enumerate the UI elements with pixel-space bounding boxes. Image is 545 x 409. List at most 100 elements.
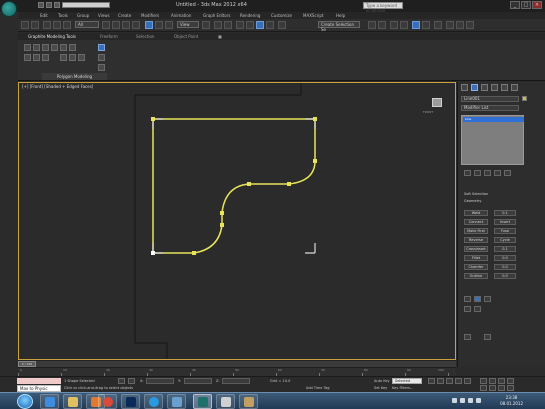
viewport-canvas[interactable]	[19, 83, 455, 359]
object-color-swatch[interactable]	[522, 96, 527, 101]
remove-modifier-icon[interactable]	[494, 170, 501, 176]
menu-maxscript[interactable]: MAXScript	[303, 13, 324, 18]
tab-object-paint[interactable]: Object Paint	[174, 34, 198, 39]
vertex[interactable]	[192, 251, 196, 255]
modifier-stack[interactable]: Line	[461, 115, 524, 165]
messenger-icon[interactable]	[167, 394, 186, 409]
y-coord-field[interactable]	[184, 378, 212, 384]
connect-button[interactable]: Connect	[464, 219, 488, 225]
chamfer-button[interactable]: Chamfer	[464, 264, 488, 270]
photoshop-icon[interactable]	[121, 394, 140, 409]
folder-icon[interactable]	[239, 394, 258, 409]
fuse-button[interactable]: Fuse	[494, 228, 516, 234]
vertex[interactable]	[220, 211, 224, 215]
maximize-button[interactable]: □	[521, 1, 531, 9]
spinner-snap-icon[interactable]	[266, 21, 274, 29]
play-icon[interactable]	[446, 378, 453, 384]
next-frame-icon[interactable]	[455, 378, 462, 384]
menu-animation[interactable]: Animation	[171, 13, 191, 18]
ribbon-options-icon[interactable]: ■	[218, 34, 222, 39]
named-selection-dropdown[interactable]: Create Selection Se	[318, 21, 360, 32]
link-icon[interactable]	[43, 21, 51, 29]
viewport-label[interactable]: [+] [Front] [Shaded + Edged Faces]	[22, 84, 93, 89]
rendered-frame-window-icon[interactable]	[456, 21, 464, 29]
ribbon-tool-icon[interactable]	[51, 44, 58, 51]
menu-views[interactable]: Views	[98, 13, 110, 18]
modifier-list-dropdown[interactable]: Modifier List	[461, 105, 519, 111]
pan-icon[interactable]	[489, 385, 496, 391]
hide-icon[interactable]	[464, 334, 471, 340]
select-by-name-icon[interactable]	[112, 21, 120, 29]
paint-icon[interactable]	[216, 394, 235, 409]
ribbon-tool-icon[interactable]	[24, 44, 31, 51]
layer-manager-icon[interactable]	[390, 21, 398, 29]
viewport-front[interactable]: FRONT	[18, 82, 456, 360]
auto-key-button[interactable]: Auto Key	[374, 379, 390, 383]
tab-selection[interactable]: Selection	[136, 34, 154, 39]
mirror-both-icon[interactable]	[484, 296, 491, 302]
orbit-icon[interactable]	[498, 385, 505, 391]
chrome-icon[interactable]	[98, 394, 117, 409]
ribbon-tool-icon[interactable]	[42, 54, 49, 61]
rollout-soft-selection[interactable]: Soft Selection	[464, 192, 488, 196]
ribbon-tool-icon[interactable]	[24, 54, 31, 61]
open-file-icon[interactable]	[46, 2, 52, 8]
align-icon[interactable]	[378, 21, 386, 29]
vertex[interactable]	[151, 117, 155, 121]
edit-named-selection-icon[interactable]	[278, 21, 286, 29]
chamfer-value-field[interactable]: 0.0	[494, 264, 516, 270]
ribbon-tool-icon[interactable]	[60, 44, 67, 51]
motion-tab-icon[interactable]	[491, 84, 498, 91]
extend-icon[interactable]	[474, 306, 481, 312]
ribbon-spline-icon[interactable]	[98, 64, 105, 71]
menu-customize[interactable]: Customize	[271, 13, 292, 18]
menu-help[interactable]: Help	[336, 13, 345, 18]
field-of-view-icon[interactable]	[480, 385, 487, 391]
outline-button[interactable]: Outline	[464, 273, 488, 279]
weld-value-field[interactable]: 0.1	[494, 210, 516, 216]
tab-freeform[interactable]: Freeform	[100, 34, 118, 39]
tray-keyboard-icon[interactable]	[452, 398, 457, 403]
track-bar[interactable]: 0 10 20 30 40 50 60 70 80 90 100	[18, 367, 456, 376]
ribbon-tool-icon[interactable]	[33, 54, 40, 61]
vertex[interactable]	[287, 182, 291, 186]
menu-create[interactable]: Create	[118, 13, 131, 18]
insert-button[interactable]: Insert	[494, 219, 516, 225]
mirror-horizontal-icon[interactable]	[464, 296, 471, 302]
redo-icon[interactable]	[31, 21, 39, 29]
search-input[interactable]: Type a keyword or phrase	[363, 2, 403, 13]
z-coord-field[interactable]	[222, 378, 250, 384]
unhide-icon[interactable]	[484, 334, 491, 340]
save-file-icon[interactable]	[54, 2, 60, 8]
close-button[interactable]: ×	[532, 1, 542, 9]
mirror-vertical-icon[interactable]	[474, 296, 481, 302]
fillet-button[interactable]: Fillet	[464, 255, 488, 261]
snap-toggle-icon[interactable]	[236, 21, 244, 29]
render-production-icon[interactable]	[466, 21, 474, 29]
make-unique-icon[interactable]	[484, 170, 491, 176]
selection-filter-dropdown[interactable]: All	[75, 21, 99, 28]
first-vertex[interactable]	[151, 251, 155, 255]
stack-item-line[interactable]: Line	[463, 117, 524, 122]
zoom-extents-icon[interactable]	[498, 378, 505, 384]
material-editor-icon[interactable]	[434, 21, 442, 29]
vertex[interactable]	[247, 182, 251, 186]
maxscript-listener-input[interactable]: Max to Physic	[17, 385, 61, 392]
select-and-manipulate-icon[interactable]	[214, 21, 222, 29]
ribbon-segment-icon[interactable]	[98, 54, 105, 61]
x-coord-field[interactable]	[146, 378, 174, 384]
menu-group[interactable]: Group	[77, 13, 89, 18]
app-logo-icon[interactable]	[1, 1, 17, 17]
ribbon-tool-icon[interactable]	[69, 54, 76, 61]
ribbon-tool-icon[interactable]	[42, 44, 49, 51]
schematic-view-icon[interactable]	[422, 21, 430, 29]
time-slider[interactable]: 0 / 100	[18, 360, 456, 367]
tray-network-icon[interactable]	[468, 398, 473, 403]
auto-key-selection-dropdown[interactable]: Selected	[392, 378, 422, 384]
go-to-end-icon[interactable]	[464, 378, 471, 384]
ribbon-vertex-icon[interactable]	[98, 44, 105, 51]
reference-coordinate-dropdown[interactable]: View	[177, 21, 199, 28]
rotate-icon[interactable]	[155, 21, 163, 29]
modify-tab-icon[interactable]	[471, 84, 478, 91]
go-to-start-icon[interactable]	[428, 378, 435, 384]
